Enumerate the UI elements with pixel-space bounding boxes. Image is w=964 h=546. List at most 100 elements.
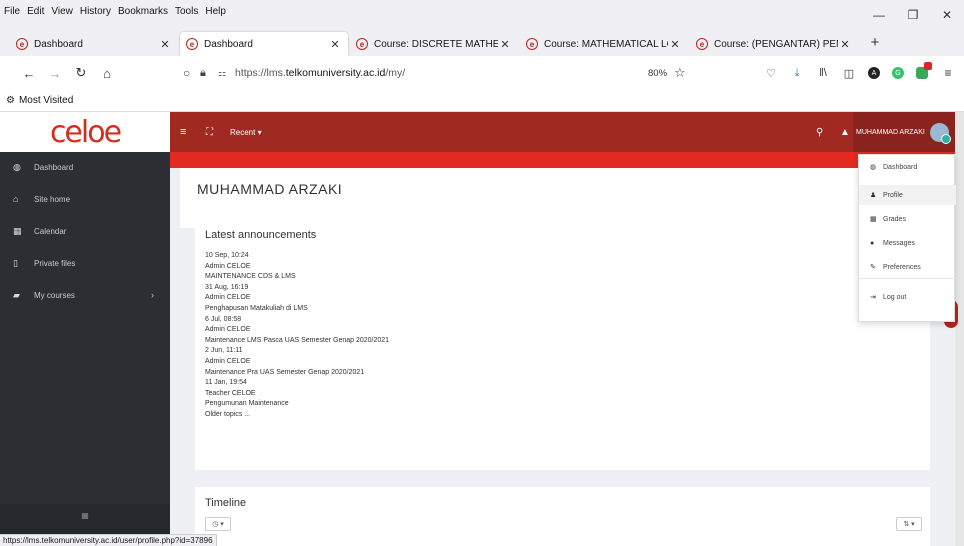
menu-file[interactable]: File [4,6,20,17]
menu-item-grades[interactable]: ▦ Grades [859,209,956,229]
sidebar-item-label: Site home [34,194,71,204]
tab-dashboard-1[interactable]: e Dashboard ✕ [10,32,178,56]
user-name: MUHAMMAD ARZAKI [856,128,925,136]
tab-discrete-mathematics[interactable]: e Course: DISCRETE MATHEMATIC ✕ [350,32,518,56]
menu-item-label: Dashboard [883,163,918,171]
download-icon[interactable]: ⤓ [789,65,805,81]
web-page: celoe ◍ Dashboard ⌂ Site home ▦ Calendar… [0,112,964,546]
menu-item-label: Grades [883,215,906,223]
pocket-icon[interactable]: ♡ [763,65,779,81]
announcement-link[interactable]: MAINTENANCE CDS & LMS [205,272,705,283]
window-controls: — ❐ ✕ [862,0,964,30]
tab-title: Course: MATHEMATICAL LOGIC [544,38,668,50]
timeline-filter-dropdown[interactable]: ◷ ▾ [205,517,231,531]
url-prefix: https://lms. [235,67,286,79]
card-title: Latest announcements [205,229,317,241]
announcement-link[interactable]: Maintenance LMS Pasca UAS Semester Genap… [205,336,705,347]
extension-badge-icon[interactable] [914,62,932,81]
announcement-meta: Admin CELOE [205,357,251,365]
sidebar-toggle-icon[interactable]: ◫ [841,65,857,81]
hamburger-menu-icon[interactable]: ≡ [180,126,186,138]
shield-icon[interactable]: ○ [183,66,190,80]
announcement-meta: 10 Sep, 10:24 [205,252,249,259]
announcement-link[interactable]: Maintenance Pra UAS Semester Genap 2020/… [205,368,705,379]
close-tab-icon[interactable]: ✕ [158,38,172,51]
menu-item-log-out[interactable]: ⇥ Log out [859,287,956,307]
menu-tools[interactable]: Tools [175,6,198,17]
home-icon: ⌂ [13,194,19,204]
menu-edit[interactable]: Edit [27,6,44,17]
sidebar-item-private-files[interactable]: ▯ Private files [0,248,170,278]
close-tab-icon[interactable]: ✕ [498,38,512,51]
announcement-link[interactable]: Pengumunan Maintenance [205,399,705,410]
extension-a-icon[interactable]: A [866,65,882,81]
celoe-favicon-icon: e [526,38,538,50]
home-icon[interactable]: ⌂ [98,64,116,82]
sidebar-item-my-courses[interactable]: ▰ My courses › [0,280,170,310]
bookmark-star-icon[interactable]: ☆ [674,65,686,81]
sidebar-item-label: Calendar [34,226,67,236]
tab-dashboard-2[interactable]: e Dashboard ✕ [180,32,348,56]
timeline-sort-dropdown[interactable]: ⇅ ▾ [896,517,922,531]
fullscreen-icon[interactable]: ⛶ [206,127,213,138]
tab-title: Dashboard [204,38,253,50]
forward-arrow-icon[interactable]: → [46,64,64,82]
bell-icon[interactable]: ▲ [840,127,850,138]
close-window-button[interactable]: ✕ [930,0,964,30]
announcement-meta: Admin CELOE [205,326,251,334]
navigation-bar: ← → ↻ ⌂ ○ 🔒︎ ⚏ https://lms.telkomunivers… [0,56,964,90]
permissions-icon[interactable]: ⚏ [218,68,226,79]
reload-icon[interactable]: ↻ [72,64,90,82]
comment-icon: ● [870,239,875,247]
celoe-favicon-icon: e [356,38,368,50]
tab-title: Course: (PENGANTAR) PEMROG [714,38,838,50]
back-arrow-icon[interactable]: ← [20,64,38,82]
menu-history[interactable]: History [80,6,111,17]
recent-dropdown[interactable]: Recent ▾ [230,128,262,137]
close-tab-icon[interactable]: ✕ [668,38,682,51]
restore-button[interactable]: ❐ [896,0,930,30]
menu-divider [859,278,956,279]
sidebar-nav: celoe ◍ Dashboard ⌂ Site home ▦ Calendar… [0,112,170,546]
timeline-card: Timeline ◷ ▾ ⇅ ▾ [195,487,930,546]
graduation-cap-icon: ▰ [13,289,20,300]
menu-help[interactable]: Help [205,6,226,17]
lock-icon[interactable]: 🔒︎ [200,67,206,80]
new-tab-plus-icon[interactable]: + [866,30,884,54]
celoe-logo[interactable]: celoe [0,112,170,152]
close-tab-icon[interactable]: ✕ [838,38,852,51]
sidebar-item-dashboard[interactable]: ◍ Dashboard [0,152,170,182]
extension-g-icon[interactable]: G [890,65,906,81]
menu-item-profile[interactable]: ♟ Profile [859,185,956,205]
library-icon[interactable]: ‖\ [815,65,831,81]
announcement-meta: 2 Jun, 11:11 [205,347,243,355]
menu-item-preferences[interactable]: ✎ Preferences [859,257,956,277]
menu-view[interactable]: View [51,6,73,17]
celoe-favicon-icon: e [186,38,198,50]
gear-icon: ⚙ [6,95,15,106]
address-bar[interactable]: ○ 🔒︎ ⚏ https://lms.telkomuniversity.ac.i… [180,61,694,85]
menu-bookmarks[interactable]: Bookmarks [118,6,168,17]
tab-title: Course: DISCRETE MATHEMATIC [374,38,498,50]
zoom-level[interactable]: 80% [648,68,667,79]
announcement-link[interactable]: Penghapusan Matakuliah di LMS [205,304,705,315]
app-menu-icon[interactable]: ≡ [940,65,956,81]
menu-item-dashboard[interactable]: ◍ Dashboard [859,157,956,177]
tab-mathematical-logic[interactable]: e Course: MATHEMATICAL LOGIC ✕ [520,32,688,56]
page-scrollbar[interactable] [955,112,964,546]
sidebar-item-site-home[interactable]: ⌂ Site home [0,184,170,214]
sidebar-item-label: Dashboard [34,162,74,172]
minimize-button[interactable]: — [862,0,896,30]
user-menu-toggle[interactable]: MUHAMMAD ARZAKI [853,112,964,152]
close-tab-icon[interactable]: ✕ [328,38,342,51]
sign-out-icon: ⇥ [870,294,876,301]
sidebar-item-calendar[interactable]: ▦ Calendar [0,216,170,246]
search-icon[interactable]: ⚲ [816,127,823,138]
announcement-meta: 31 Aug, 16:19 [205,283,249,291]
url-domain: telkomuniversity.ac.id [285,67,386,79]
tab-pengantar-pemrog[interactable]: e Course: (PENGANTAR) PEMROG ✕ [690,32,858,56]
bookmarks-toolbar: ⚙ Most Visited [0,90,964,112]
announcement-link[interactable]: Older topics ... [205,410,705,421]
most-visited-bookmark[interactable]: Most Visited [19,95,73,106]
menu-item-messages[interactable]: ● Messages [859,233,956,253]
